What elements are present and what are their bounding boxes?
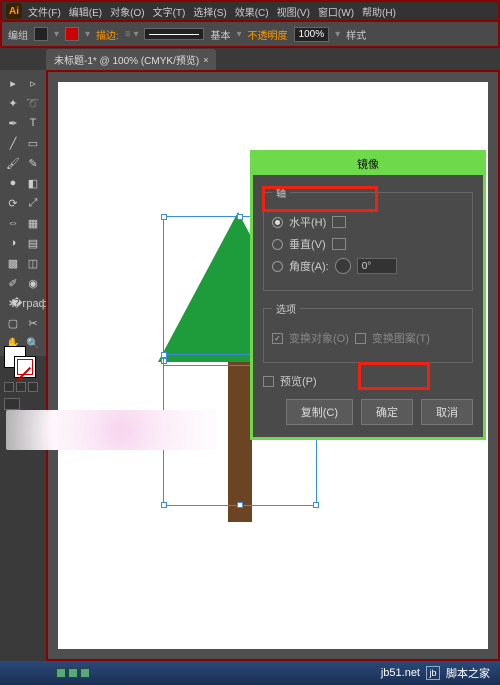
status-squares [56, 668, 90, 678]
rotate-tool[interactable]: ⟳ [4, 194, 22, 212]
menu-edit[interactable]: 编辑(E) [69, 4, 102, 19]
watermark-url: jb51.net [381, 667, 420, 679]
stroke-color[interactable] [14, 356, 36, 378]
app-logo: Ai [6, 3, 22, 19]
vertical-label: 垂直(V) [289, 236, 326, 252]
menu-window[interactable]: 窗口(W) [318, 4, 354, 19]
control-bar: 编组 ▾ ▾ 描边: ≡ ▾ 基本 ▾ 不透明度 100% ▾ 样式 [0, 22, 500, 48]
stroke-swatch[interactable] [65, 27, 79, 41]
preview-label: 预览(P) [280, 373, 317, 389]
site-logo-icon: jb [426, 666, 440, 680]
dialog-title: 镜像 [253, 153, 483, 175]
shape-builder-tool[interactable]: ◑ [4, 234, 22, 252]
chk-transform-patterns[interactable] [355, 333, 366, 344]
selection-tool[interactable]: ▸ [4, 74, 22, 92]
pencil-tool[interactable]: ✎ [24, 154, 42, 172]
style-label: 样式 [346, 27, 366, 42]
chk-preview[interactable] [263, 376, 274, 387]
pen-tool[interactable]: ✒ [4, 114, 22, 132]
color-swatch-panel [4, 346, 42, 410]
ok-button[interactable]: 确定 [361, 399, 413, 425]
stroke-preview[interactable] [144, 28, 204, 40]
vertical-option[interactable]: 垂直(V) [272, 236, 464, 252]
opacity-label: 不透明度 [248, 27, 288, 42]
stroke-label: 描边: [96, 27, 119, 42]
blob-brush-tool[interactable]: ● [4, 174, 22, 192]
chk-transform-objects[interactable]: ✓ [272, 333, 283, 344]
document-tab[interactable]: 未标题-1* @ 100% (CMYK/预览) × [46, 49, 216, 70]
document-tab-title: 未标题-1* @ 100% (CMYK/预览) [54, 52, 199, 67]
transform-patterns-label: 变换图案(T) [372, 330, 430, 346]
options-legend: 选项 [272, 301, 300, 316]
menu-select[interactable]: 选择(S) [193, 4, 226, 19]
radio-vertical[interactable] [272, 239, 283, 250]
mesh-tool[interactable]: ▩ [4, 254, 22, 272]
free-transform-tool[interactable]: ▦ [24, 214, 42, 232]
screen-mode-btn[interactable] [4, 398, 20, 410]
status-bar: jb51.net jb 脚本之家 [0, 661, 500, 685]
angle-dial[interactable] [335, 258, 351, 274]
gradient-tool[interactable]: ◫ [24, 254, 42, 272]
menu-help[interactable]: 帮助(H) [362, 4, 396, 19]
lasso-tool[interactable]: ➰ [24, 94, 42, 112]
close-icon[interactable]: × [203, 55, 208, 65]
radio-angle[interactable] [272, 261, 283, 272]
width-tool[interactable]: ⇔ [4, 214, 22, 232]
reflect-dialog: 镜像 轴 水平(H) 垂直(V) 角度(A): 0° [250, 150, 486, 440]
fill-stroke-swatches[interactable] [4, 346, 36, 378]
color-mode-btn[interactable] [4, 382, 14, 392]
cancel-button[interactable]: 取消 [421, 399, 473, 425]
direct-selection-tool[interactable]: ▹ [24, 74, 42, 92]
transform-objects-label: 变换对象(O) [289, 330, 349, 346]
menu-effect[interactable]: 效果(C) [235, 4, 269, 19]
document-tab-bar: 未标题-1* @ 100% (CMYK/预览) × [0, 48, 500, 70]
horizontal-label: 水平(H) [289, 214, 326, 230]
vertical-icon [332, 238, 346, 250]
perspective-tool[interactable]: ▤ [24, 234, 42, 252]
fill-swatch[interactable] [34, 27, 48, 41]
menu-view[interactable]: 视图(V) [277, 4, 310, 19]
options-group: 选项 ✓ 变换对象(O) 变换图案(T) [263, 301, 473, 363]
toolbox: ▸ ▹ ✦ ➰ ✒ T ╱ ▭ 🖌 ✎ ● ◧ ⟳ ⤢ ⇔ ▦ ◑ ▤ ▩ ◫ … [0, 70, 46, 356]
menu-type[interactable]: 文字(T) [153, 4, 186, 19]
graph-tool[interactable]: �графік [24, 294, 42, 312]
menu-file[interactable]: 文件(F) [28, 4, 61, 19]
slice-tool[interactable]: ✂ [24, 314, 42, 332]
basic-label: 基本 [210, 27, 230, 42]
magic-wand-tool[interactable]: ✦ [4, 94, 22, 112]
paintbrush-tool[interactable]: 🖌 [4, 154, 22, 172]
horizontal-option[interactable]: 水平(H) [272, 214, 464, 230]
copy-button[interactable]: 复制(C) [286, 399, 353, 425]
mode-label: 编组 [8, 27, 28, 42]
radio-horizontal[interactable] [272, 217, 283, 228]
artboard-tool[interactable]: ▢ [4, 314, 22, 332]
eraser-tool[interactable]: ◧ [24, 174, 42, 192]
axis-group: 轴 水平(H) 垂直(V) 角度(A): 0° [263, 185, 473, 291]
line-tool[interactable]: ╱ [4, 134, 22, 152]
opacity-value[interactable]: 100% [294, 27, 330, 42]
angle-input[interactable]: 0° [357, 258, 397, 274]
workspace: ▸ ▹ ✦ ➰ ✒ T ╱ ▭ 🖌 ✎ ● ◧ ⟳ ⤢ ⇔ ▦ ◑ ▤ ▩ ◫ … [0, 70, 500, 661]
none-mode-btn[interactable] [28, 382, 38, 392]
menu-bar: Ai 文件(F) 编辑(E) 对象(O) 文字(T) 选择(S) 效果(C) 视… [0, 0, 500, 22]
angle-option[interactable]: 角度(A): 0° [272, 258, 464, 274]
gradient-mode-btn[interactable] [16, 382, 26, 392]
axis-legend: 轴 [272, 185, 290, 200]
watermark-site: 脚本之家 [446, 665, 490, 681]
type-tool[interactable]: T [24, 114, 42, 132]
horizontal-icon [332, 216, 346, 228]
angle-label: 角度(A): [289, 258, 329, 274]
watermark-lens [6, 410, 216, 450]
eyedropper-tool[interactable]: ✐ [4, 274, 22, 292]
menu-object[interactable]: 对象(O) [110, 4, 144, 19]
blend-tool[interactable]: ◉ [24, 274, 42, 292]
rectangle-tool[interactable]: ▭ [24, 134, 42, 152]
scale-tool[interactable]: ⤢ [24, 194, 42, 212]
